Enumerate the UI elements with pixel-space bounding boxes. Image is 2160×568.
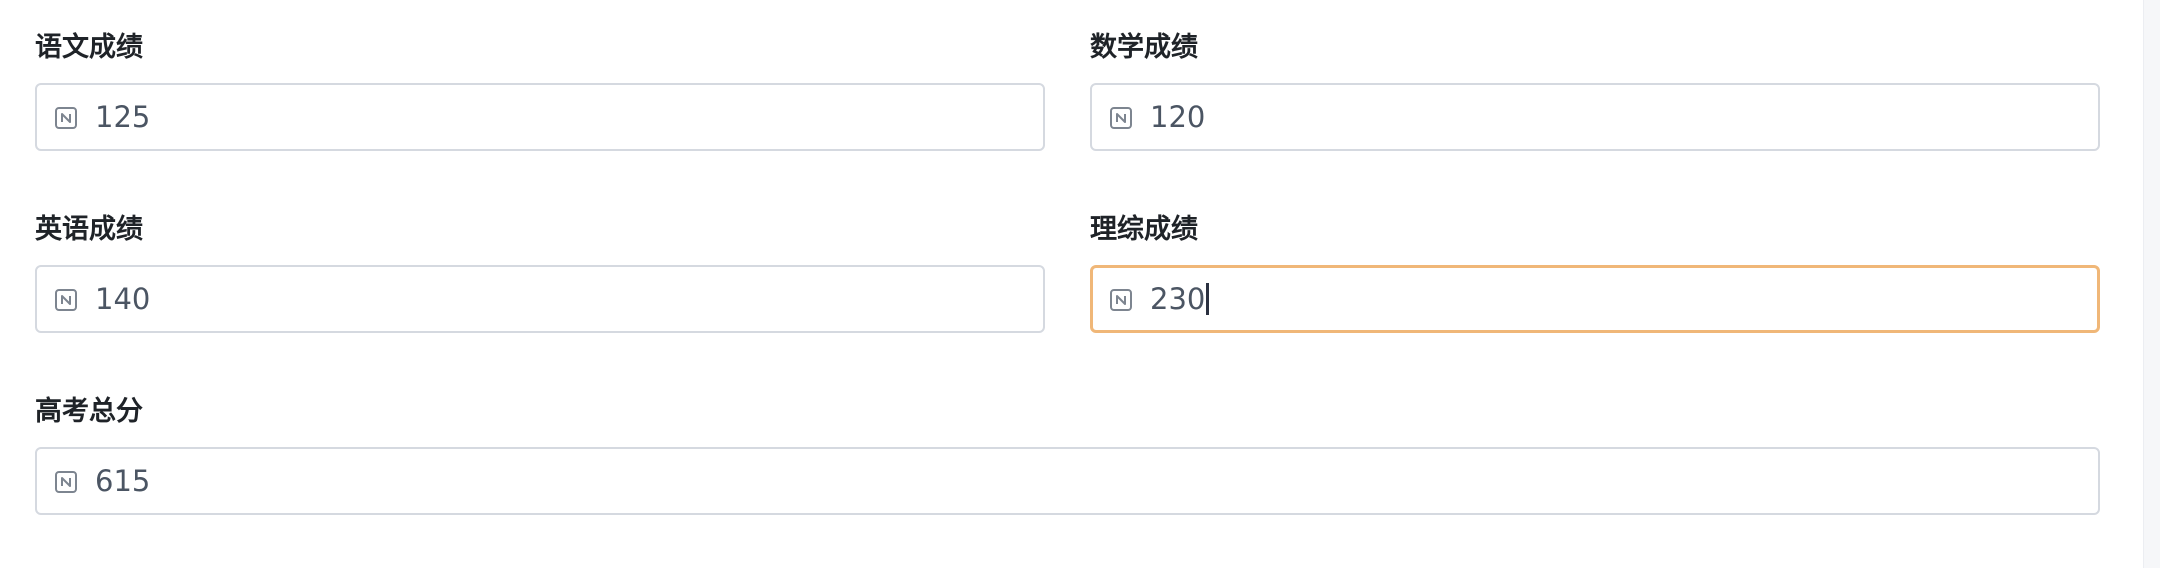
number-type-icon <box>55 289 77 311</box>
math-score-input[interactable]: 120 <box>1090 83 2100 151</box>
math-score-field: 数学成绩 120 <box>1090 31 2100 161</box>
total-score-input[interactable]: 615 <box>35 447 2100 515</box>
science-score-label: 理综成绩 <box>1090 214 1198 245</box>
number-type-icon <box>1110 289 1132 311</box>
text-caret <box>1206 283 1210 315</box>
number-type-icon <box>55 107 77 129</box>
score-form: 语文成绩 125 数学成绩 120 英语成绩 140 理综成绩 230 高考总分… <box>0 0 2160 568</box>
english-score-label: 英语成绩 <box>35 214 143 245</box>
total-score-label: 高考总分 <box>35 396 143 427</box>
total-score-value: 615 <box>95 464 151 498</box>
chinese-score-label: 语文成绩 <box>35 32 143 63</box>
number-type-icon <box>55 471 77 493</box>
english-score-input[interactable]: 140 <box>35 265 1045 333</box>
scrollbar-track[interactable] <box>2143 0 2160 568</box>
chinese-score-value: 125 <box>95 100 151 134</box>
chinese-score-field: 语文成绩 125 <box>35 31 1045 161</box>
science-score-input[interactable]: 230 <box>1090 265 2100 333</box>
math-score-label: 数学成绩 <box>1090 32 1198 63</box>
number-type-icon <box>1110 107 1132 129</box>
science-score-value-wrap: 230 <box>1150 268 1210 330</box>
total-score-field: 高考总分 615 <box>35 395 2100 525</box>
science-score-field: 理综成绩 230 <box>1090 213 2100 343</box>
chinese-score-input[interactable]: 125 <box>35 83 1045 151</box>
english-score-value: 140 <box>95 282 151 316</box>
english-score-field: 英语成绩 140 <box>35 213 1045 343</box>
science-score-value: 230 <box>1150 282 1206 316</box>
math-score-value: 120 <box>1150 100 1206 134</box>
